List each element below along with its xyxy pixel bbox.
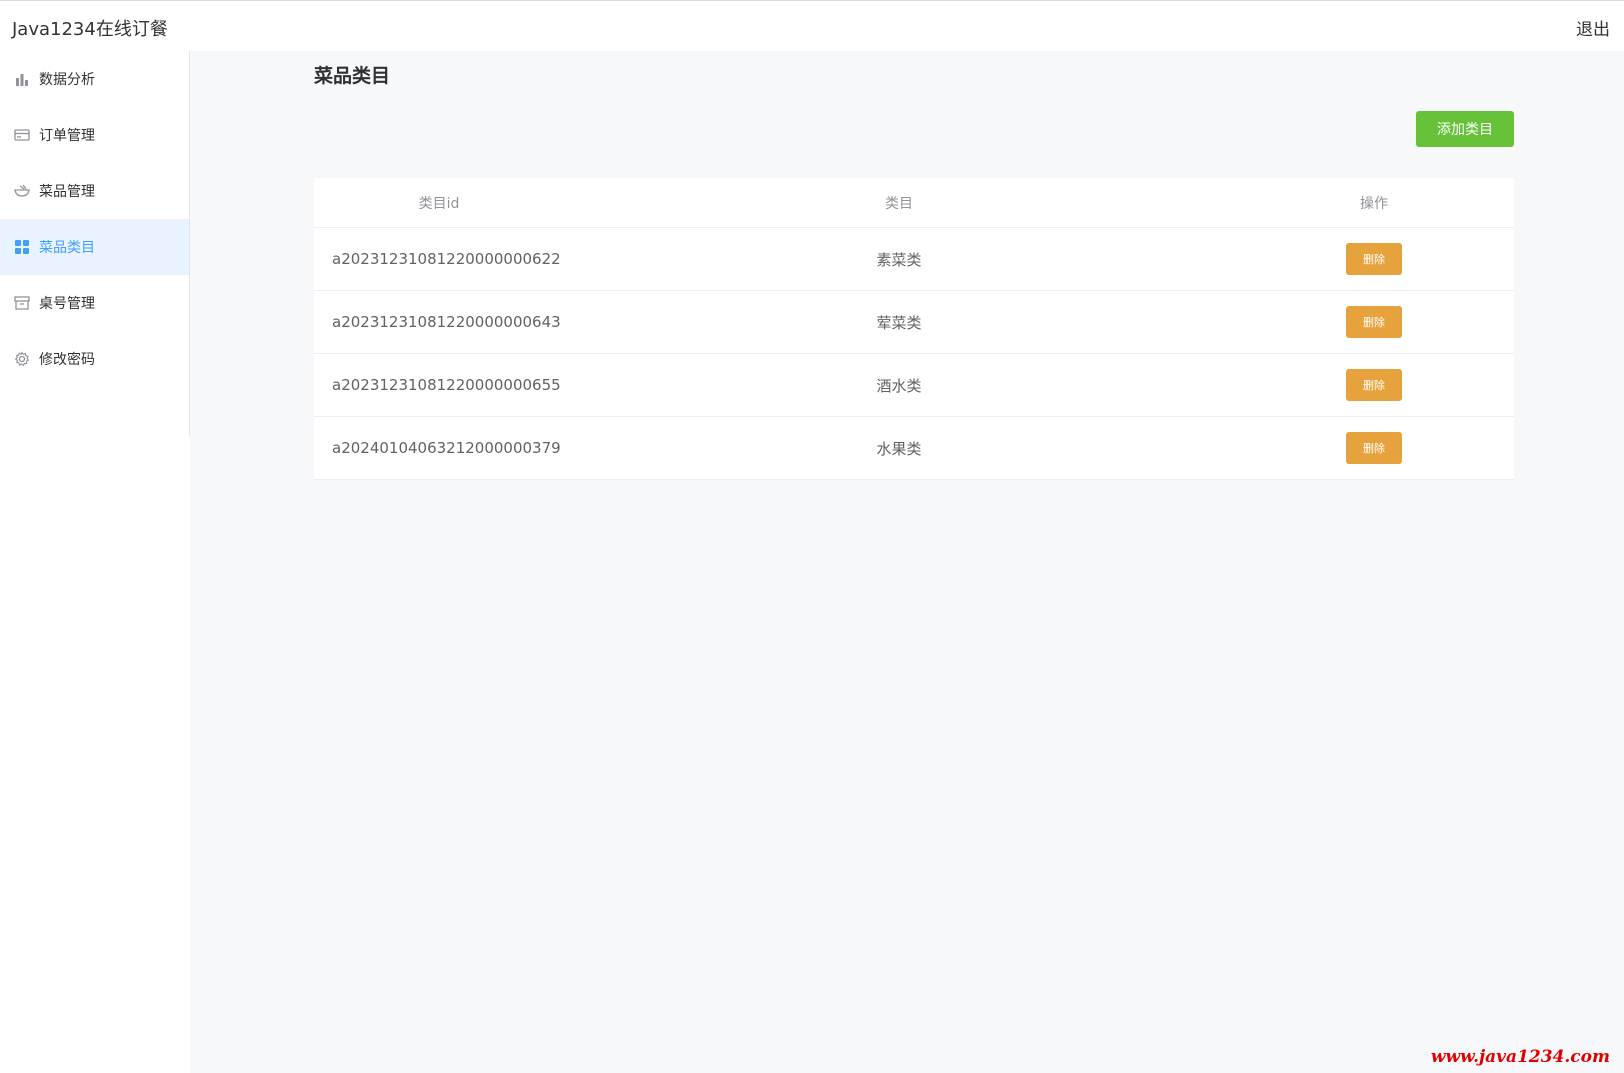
sidebar-menu: 数据分析 订单管理 菜品管理 菜品类目 桌号管理 修改密码 xyxy=(0,51,190,437)
category-id-cell: a20240104063212000000379 xyxy=(332,439,561,457)
page-title: 菜品类目 xyxy=(314,65,391,87)
actions-cell: 删除 xyxy=(1234,306,1514,338)
table-row: a20231231081220000000622 素菜类 删除 xyxy=(314,228,1514,291)
category-id-cell: a20231231081220000000622 xyxy=(332,250,561,268)
sidebar-item-dishes[interactable]: 菜品管理 xyxy=(0,163,189,219)
category-name-cell: 水果类 xyxy=(876,439,922,458)
delete-button[interactable]: 删除 xyxy=(1346,306,1402,338)
category-name-cell: 素菜类 xyxy=(876,250,922,269)
watermark: www.java1234.com xyxy=(1430,1047,1610,1067)
category-id-cell: a20231231081220000000655 xyxy=(332,376,561,394)
sidebar-item-label: 修改密码 xyxy=(39,352,95,368)
sidebar-item-orders[interactable]: 订单管理 xyxy=(0,107,189,163)
actions-cell: 删除 xyxy=(1234,243,1514,275)
table-row: a20231231081220000000655 酒水类 删除 xyxy=(314,354,1514,417)
sidebar-item-tables[interactable]: 桌号管理 xyxy=(0,275,189,331)
table-header: 类目id 类目 操作 xyxy=(314,178,1514,228)
table-row: a20231231081220000000643 荤菜类 删除 xyxy=(314,291,1514,354)
column-header-actions: 操作 xyxy=(1360,195,1388,212)
gear-icon xyxy=(14,351,30,367)
sidebar-item-label: 菜品管理 xyxy=(39,184,95,200)
delete-button[interactable]: 删除 xyxy=(1346,243,1402,275)
main-content: 菜品类目 添加类目 类目id 类目 操作 a202312310812200000… xyxy=(190,51,1624,1073)
bowl-icon xyxy=(14,183,30,199)
delete-button[interactable]: 删除 xyxy=(1346,432,1402,464)
column-header-category: 类目 xyxy=(885,195,913,212)
table-row: a20240104063212000000379 水果类 删除 xyxy=(314,417,1514,480)
category-id-cell: a20231231081220000000643 xyxy=(332,313,561,331)
grid-icon xyxy=(14,239,30,255)
sidebar-item-label: 数据分析 xyxy=(39,72,95,88)
column-header-id: 类目id xyxy=(418,195,460,212)
sidebar-item-label: 菜品类目 xyxy=(39,240,95,256)
add-category-button[interactable]: 添加类目 xyxy=(1416,111,1514,147)
sidebar: 数据分析 订单管理 菜品管理 菜品类目 桌号管理 修改密码 xyxy=(0,51,190,1073)
app-title: Java1234在线订餐 xyxy=(12,19,168,40)
bar-chart-icon xyxy=(14,71,30,87)
category-table: 类目id 类目 操作 a20231231081220000000622 素菜类 … xyxy=(314,178,1514,480)
logout-link[interactable]: 退出 xyxy=(1576,15,1610,40)
delete-button[interactable]: 删除 xyxy=(1346,369,1402,401)
sidebar-item-data-analysis[interactable]: 数据分析 xyxy=(0,51,189,107)
category-name-cell: 酒水类 xyxy=(876,376,922,395)
card-icon xyxy=(14,127,30,143)
box-icon xyxy=(14,295,30,311)
actions-cell: 删除 xyxy=(1234,432,1514,464)
sidebar-item-change-password[interactable]: 修改密码 xyxy=(0,331,189,387)
actions-cell: 删除 xyxy=(1234,369,1514,401)
top-bar: Java1234在线订餐 退出 xyxy=(0,0,1624,51)
category-name-cell: 荤菜类 xyxy=(876,313,922,332)
sidebar-item-label: 订单管理 xyxy=(39,128,95,144)
sidebar-item-dish-categories[interactable]: 菜品类目 xyxy=(0,219,189,275)
sidebar-item-label: 桌号管理 xyxy=(39,296,95,312)
